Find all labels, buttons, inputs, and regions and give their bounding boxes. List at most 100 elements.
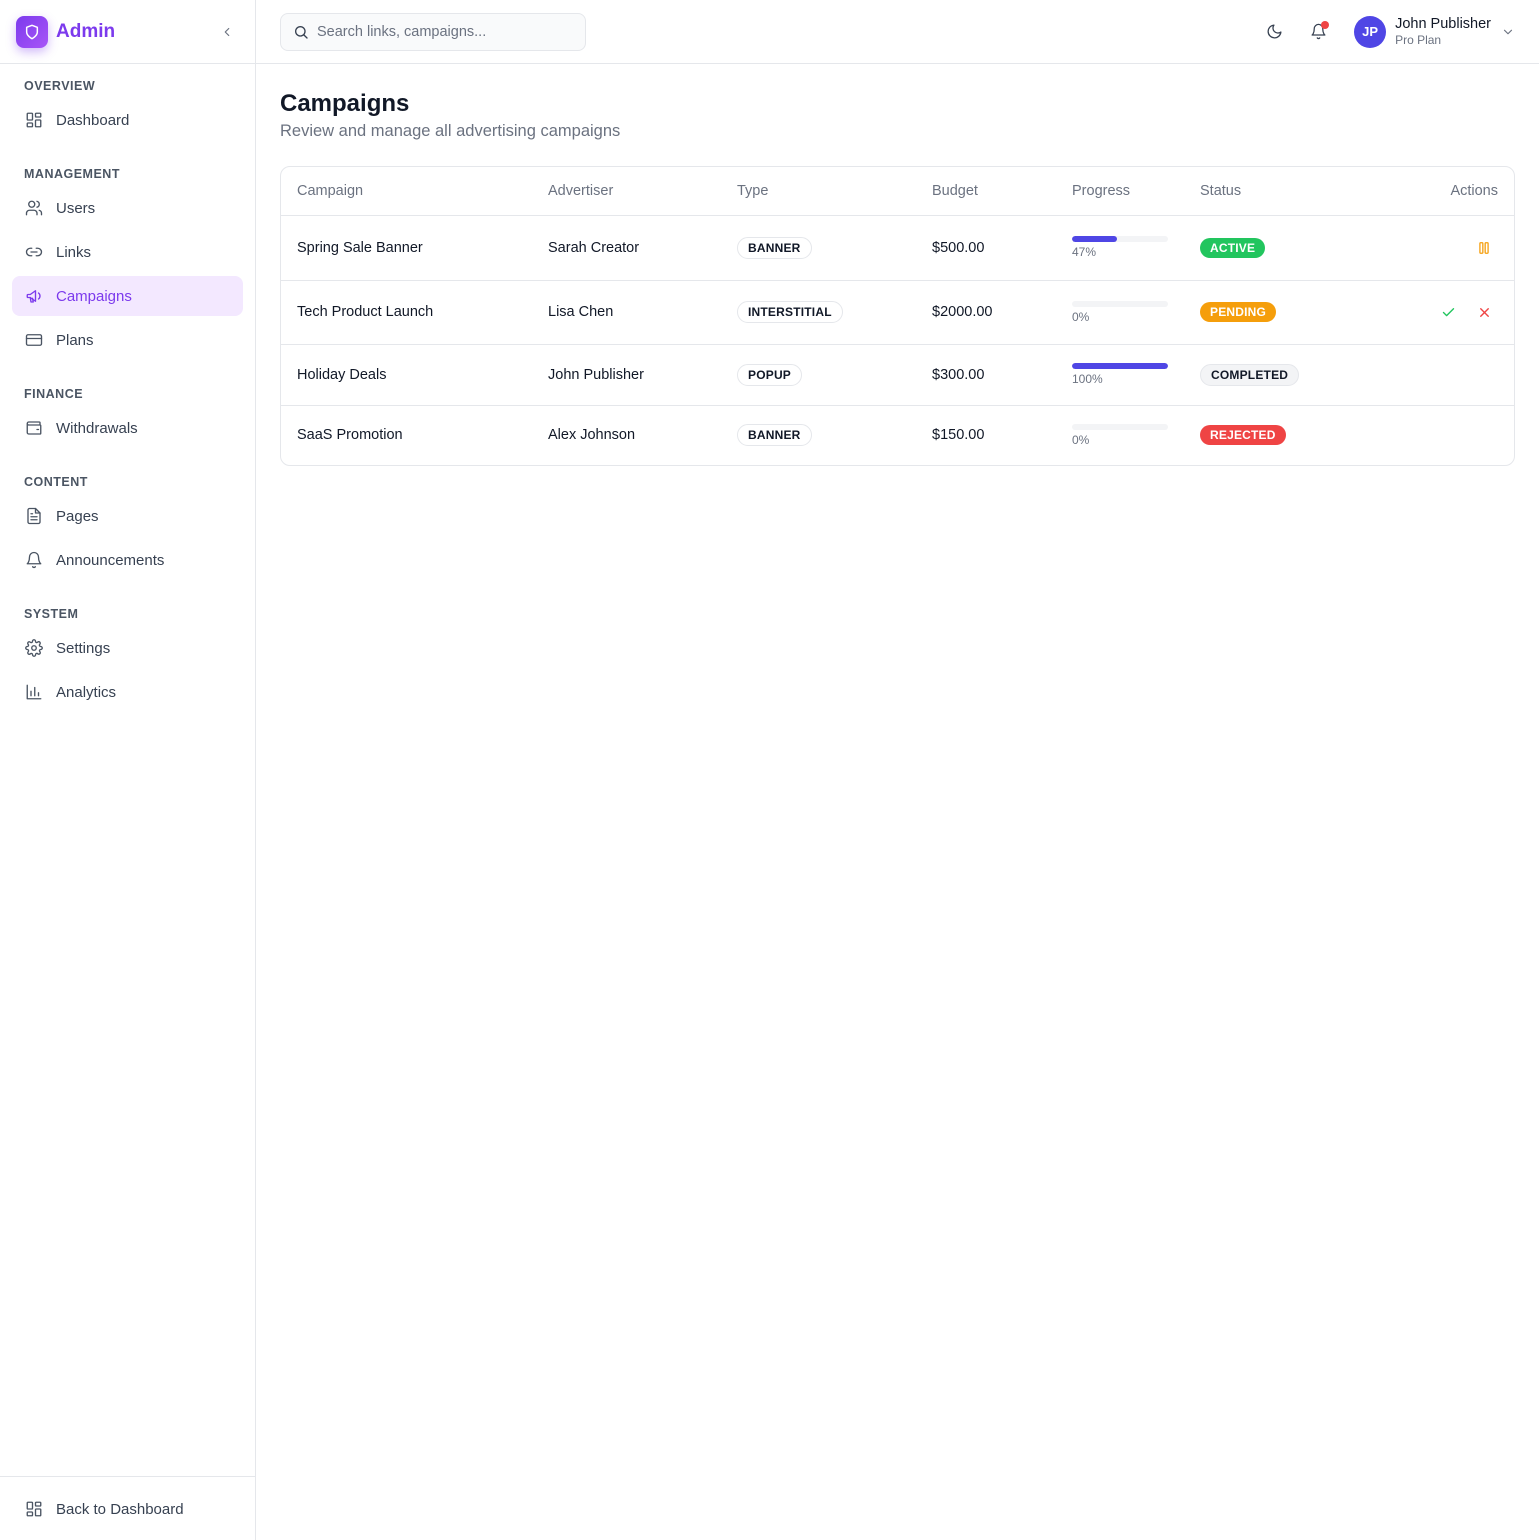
progress-fill	[1072, 236, 1118, 242]
pause-icon	[1477, 241, 1491, 255]
column-header-status: Status	[1184, 167, 1354, 216]
chevron-down-icon	[1501, 25, 1515, 39]
cell-advertiser: Sarah Creator	[532, 215, 721, 281]
header-actions: JP John Publisher Pro Plan	[1248, 14, 1515, 50]
sidebar-item-links[interactable]: Links	[12, 232, 243, 272]
search-input[interactable]	[317, 23, 567, 40]
sidebar-item-settings[interactable]: Settings	[12, 628, 243, 668]
sidebar-item-label: Plans	[56, 331, 94, 349]
table-row: Spring Sale Banner Sarah Creator BANNER …	[281, 215, 1514, 281]
campaigns-table: Campaign Advertiser Type Budget Progress…	[281, 167, 1514, 465]
cell-campaign: Tech Product Launch	[281, 280, 532, 345]
users-icon	[24, 198, 44, 218]
sidebar-item-users[interactable]: Users	[12, 188, 243, 228]
progress-label: 100%	[1072, 372, 1103, 386]
progress-label: 0%	[1072, 309, 1090, 324]
back-to-dashboard-link[interactable]: Back to Dashboard	[12, 1489, 243, 1529]
type-badge: INTERSTITIAL	[737, 301, 843, 323]
progress-bar: 47%	[1072, 236, 1168, 259]
sidebar: Admin OVERVIEW Dashboard MANAGEMENT User…	[0, 0, 256, 1540]
user-menu[interactable]: JP John Publisher Pro Plan	[1354, 15, 1515, 48]
sidebar-item-label: Withdrawals	[56, 419, 138, 437]
progress-bar: 0%	[1072, 423, 1168, 447]
top-header: JP John Publisher Pro Plan	[256, 0, 1539, 64]
progress-label: 47%	[1072, 245, 1097, 259]
user-plan: Pro Plan	[1395, 33, 1442, 47]
chevron-left-icon[interactable]	[217, 22, 237, 42]
sidebar-item-announcements[interactable]: Announcements	[12, 540, 243, 580]
status-badge: PENDING	[1200, 302, 1277, 322]
column-header-advertiser: Advertiser	[532, 167, 721, 216]
bar-chart-icon	[24, 682, 44, 702]
avatar: JP	[1354, 15, 1387, 48]
moon-icon	[1266, 23, 1283, 40]
sidebar-item-analytics[interactable]: Analytics	[12, 672, 243, 712]
search-icon	[293, 24, 309, 40]
column-header-campaign: Campaign	[281, 167, 532, 216]
column-header-budget: Budget	[916, 167, 1056, 216]
bell-icon	[24, 550, 44, 570]
status-badge: ACTIVE	[1200, 237, 1266, 258]
user-name: John Publisher	[1395, 15, 1491, 32]
section-title-finance: FINANCE	[24, 387, 84, 401]
row-actions	[1370, 234, 1498, 262]
sidebar-item-label: Pages	[56, 507, 99, 525]
cell-budget: $300.00	[916, 344, 1056, 406]
section-title-system: SYSTEM	[24, 607, 79, 621]
campaigns-table-card: Campaign Advertiser Type Budget Progress…	[280, 166, 1515, 466]
section-title-overview: OVERVIEW	[24, 79, 96, 93]
row-actions	[1370, 298, 1498, 326]
user-info: John Publisher Pro Plan	[1395, 16, 1491, 48]
sidebar-item-label: Analytics	[56, 683, 117, 701]
table-header-row: Campaign Advertiser Type Budget Progress…	[281, 167, 1514, 216]
cell-budget: $2000.00	[916, 280, 1056, 345]
main-content: Campaigns Review and manage all advertis…	[256, 64, 1539, 490]
cell-budget: $150.00	[932, 427, 985, 444]
sidebar-item-label: Users	[56, 199, 96, 217]
sidebar-nav: OVERVIEW Dashboard MANAGEMENT Users Link…	[0, 64, 255, 712]
progress-bar: 100%	[1072, 363, 1168, 386]
sidebar-item-label: Dashboard	[56, 111, 130, 129]
sidebar-item-campaigns[interactable]: Campaigns	[12, 276, 243, 316]
progress-bar: 0%	[1072, 300, 1168, 324]
sidebar-item-pages[interactable]: Pages	[12, 496, 243, 536]
sidebar-item-label: Links	[56, 243, 92, 261]
sidebar-item-label: Back to Dashboard	[56, 1500, 184, 1518]
sidebar-item-dashboard[interactable]: Dashboard	[12, 100, 243, 140]
section-title-content: CONTENT	[24, 475, 88, 489]
theme-toggle-button[interactable]	[1256, 14, 1292, 50]
type-badge: BANNER	[737, 236, 812, 259]
table-row: Tech Product Launch Lisa Chen INTERSTITI…	[281, 280, 1514, 345]
sidebar-item-withdrawals[interactable]: Withdrawals	[12, 408, 243, 448]
sidebar-item-label: Announcements	[56, 551, 165, 569]
type-badge: BANNER	[737, 424, 812, 447]
cell-campaign: Spring Sale Banner	[281, 215, 532, 281]
column-header-actions: Actions	[1354, 167, 1514, 216]
cell-campaign: Holiday Deals	[281, 344, 532, 406]
sidebar-item-label: Settings	[56, 639, 111, 657]
close-icon	[1477, 305, 1492, 320]
sidebar-item-plans[interactable]: Plans	[12, 320, 243, 360]
cell-budget: $500.00	[916, 215, 1056, 281]
link-icon	[24, 242, 44, 262]
column-header-type: Type	[721, 167, 916, 216]
check-icon	[1441, 305, 1456, 320]
sidebar-footer: Back to Dashboard	[0, 1476, 255, 1540]
cell-advertiser: Lisa Chen	[532, 280, 721, 345]
cell-advertiser: Alex Johnson	[548, 427, 636, 444]
credit-card-icon	[24, 330, 44, 350]
status-badge: REJECTED	[1200, 425, 1286, 446]
table-row: Holiday Deals John Publisher POPUP $300.…	[281, 344, 1514, 406]
search-box[interactable]	[280, 12, 586, 51]
megaphone-icon	[24, 286, 44, 306]
page-title: Campaigns	[280, 90, 410, 117]
approve-button[interactable]	[1434, 298, 1462, 326]
reject-button[interactable]	[1470, 298, 1498, 326]
notification-dot	[1321, 20, 1330, 29]
grid-icon	[24, 110, 44, 130]
notifications-button[interactable]	[1300, 14, 1336, 50]
status-badge: COMPLETED	[1200, 363, 1300, 386]
pause-button[interactable]	[1470, 234, 1498, 262]
cell-campaign: SaaS Promotion	[297, 427, 403, 444]
sidebar-brand: Admin	[0, 0, 255, 64]
